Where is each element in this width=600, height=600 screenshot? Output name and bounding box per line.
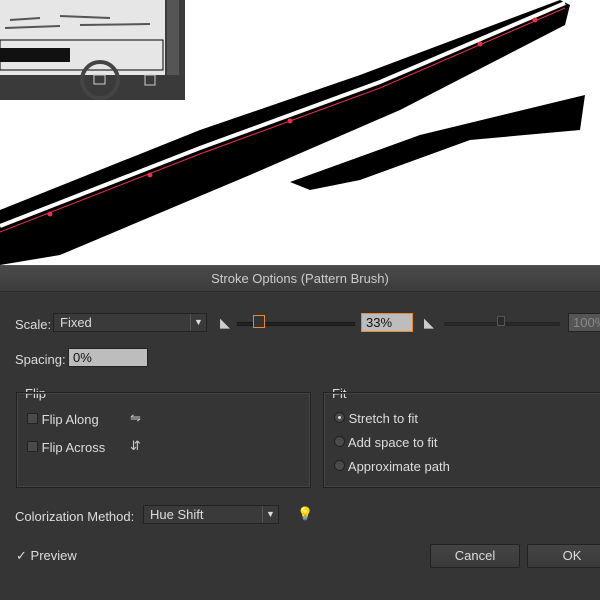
preview-checkbox[interactable]: ✓ Preview: [16, 548, 77, 564]
flip-across-checkbox[interactable]: Flip Across: [27, 440, 105, 455]
fit-option-stretch[interactable]: Stretch to fit: [334, 411, 418, 426]
spacing-input[interactable]: 0%: [68, 348, 148, 367]
stroke-options-dialog: Stroke Options (Pattern Brush) Scale: Fi…: [0, 265, 600, 600]
colorization-label: Colorization Method:: [15, 509, 135, 524]
max-scale-slider-thumb: [497, 316, 505, 326]
scale-percent-input[interactable]: 33%: [361, 313, 413, 332]
fit-option-label: Stretch to fit: [348, 411, 418, 426]
flip-along-checkbox[interactable]: Flip Along: [27, 412, 99, 427]
fit-option-label: Approximate path: [347, 459, 450, 474]
cancel-button[interactable]: Cancel: [430, 544, 520, 568]
ok-button[interactable]: OK: [527, 544, 600, 568]
flip-across-label: Flip Across: [41, 440, 106, 455]
colorization-dropdown[interactable]: Hue Shift ▼: [143, 505, 279, 524]
pressure-icon: ◣: [424, 315, 434, 330]
spacing-label: Spacing:: [15, 352, 66, 367]
chevron-down-icon: ▼: [262, 506, 278, 523]
max-scale-percent-input: 100%: [568, 313, 600, 332]
flip-along-label: Flip Along: [41, 412, 99, 427]
preview-label: Preview: [30, 548, 77, 563]
colorization-value: Hue Shift: [150, 507, 204, 522]
fit-option-label: Add space to fit: [347, 435, 438, 450]
canvas-artwork: [0, 0, 585, 265]
scale-value: Fixed: [60, 315, 92, 330]
pressure-icon: ◣: [220, 315, 230, 330]
scale-label: Scale:: [15, 317, 52, 332]
flip-along-icon: ⇋: [130, 410, 141, 425]
chevron-down-icon: ▼: [190, 314, 206, 331]
flip-across-icon: ⇵: [130, 438, 141, 453]
fit-option-add-space[interactable]: Add space to fit: [334, 435, 438, 450]
scale-dropdown[interactable]: Fixed ▼: [53, 313, 207, 332]
fit-option-approximate[interactable]: Approximate path: [334, 459, 450, 474]
lightbulb-tips-icon[interactable]: 💡: [297, 506, 313, 522]
scale-slider-thumb[interactable]: [253, 315, 265, 328]
brushes-panel: [0, 0, 185, 100]
dialog-title: Stroke Options (Pattern Brush): [0, 266, 600, 292]
